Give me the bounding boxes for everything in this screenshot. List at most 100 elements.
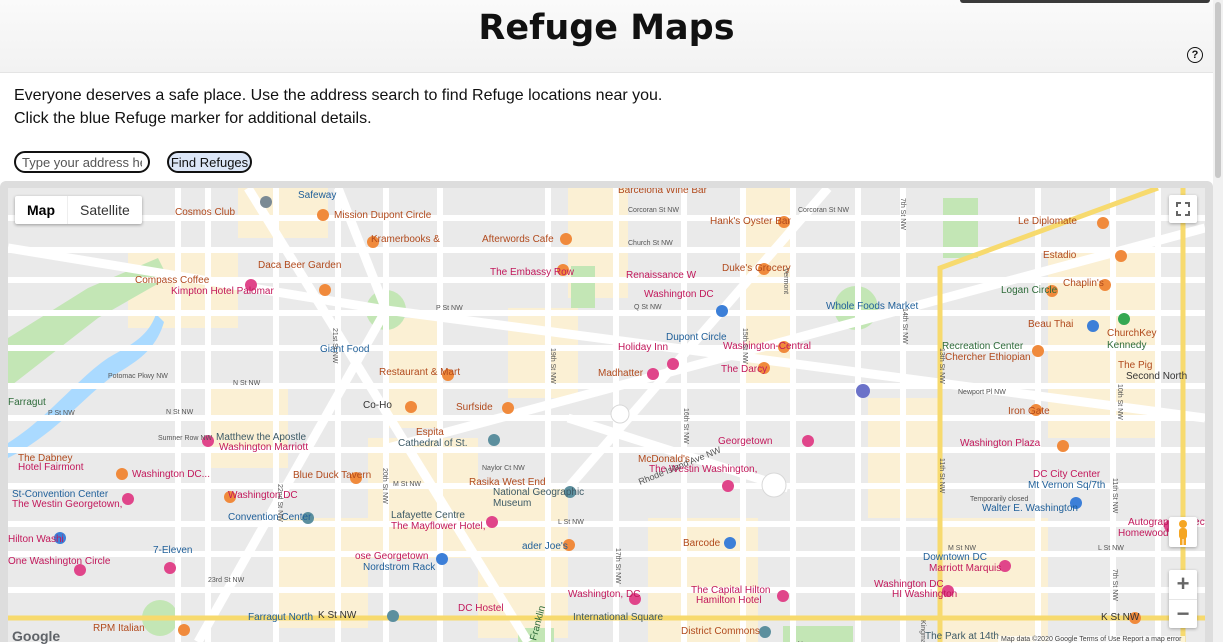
- map-label: ose Georgetown: [355, 551, 428, 562]
- map-label: Second North: [1126, 371, 1187, 382]
- map-label: Cosmos Club: [175, 207, 235, 218]
- map-label: Duke's Grocery: [722, 263, 791, 274]
- map-label: HI Washington: [892, 589, 957, 600]
- map-label: Naylor Ct NW: [482, 465, 525, 472]
- fullscreen-icon: [1176, 202, 1190, 216]
- map-label: Nordstrom Rack: [363, 562, 436, 573]
- map-label: Lafayette Centre: [391, 510, 465, 521]
- map-label: Potomac Pkwy NW: [108, 373, 168, 380]
- map-label: Marriott Marquis: [929, 563, 1001, 574]
- map-label: Kingman Pl NW: [919, 620, 926, 642]
- map-label: Mt Vernon Sq/7th: [1028, 480, 1105, 491]
- street-view-pegman[interactable]: [1169, 517, 1197, 547]
- fullscreen-button[interactable]: [1169, 195, 1197, 223]
- pegman-icon: [1179, 520, 1187, 545]
- map-label: Museum: [493, 498, 531, 509]
- map-label: International Square: [573, 612, 664, 623]
- map-label: 16th St NW: [682, 408, 689, 444]
- map-label: 15th St NW: [741, 328, 748, 364]
- map-label: Washington DC...: [132, 469, 210, 480]
- map-type-control: Map Satellite: [15, 196, 142, 224]
- map-label: The Westin Georgetown,: [12, 499, 122, 510]
- map-label: Recreation Center: [942, 341, 1024, 352]
- map-label: N St NW: [233, 380, 261, 387]
- map-label: Mission Dupont Circle: [334, 210, 432, 221]
- map-label: Kennedy: [1107, 340, 1146, 351]
- map-label: Church St NW: [628, 240, 673, 247]
- zoom-in-button[interactable]: +: [1169, 570, 1197, 600]
- map-label: 23rd St NW: [208, 577, 245, 584]
- map-label: District Commons: [681, 626, 760, 637]
- map-label: Kimpton Hotel Palomar: [171, 286, 274, 297]
- map-label: P St NW: [436, 305, 463, 312]
- map-label: 11th St NW: [938, 458, 945, 494]
- map-label: 7-Eleven: [153, 545, 192, 556]
- map-label: Compass Coffee: [135, 275, 210, 286]
- map-label: 19th St NW: [549, 348, 556, 384]
- map-label: Corcoran St NW: [798, 207, 849, 214]
- map-label: M St NW: [948, 545, 976, 552]
- zoom-control: + −: [1169, 570, 1197, 628]
- map-label: Kramerbooks &: [371, 234, 440, 245]
- map-label: Barcelona Wine Bar: [618, 188, 708, 196]
- intro-line-2: Click the blue Refuge marker for additio…: [14, 110, 372, 127]
- top-edge-bar: [960, 0, 1210, 3]
- map-label: L St NW: [1098, 545, 1124, 552]
- map-label: Temporarily closed: [970, 496, 1028, 503]
- map-label: One Washington Circle: [8, 556, 111, 567]
- map-label: Rock Creek: [8, 188, 45, 190]
- map-label: Madhatter: [598, 368, 644, 379]
- map-label: Renaissance W: [626, 270, 697, 281]
- map-label: The Pig: [1118, 360, 1152, 371]
- map-type-map-button[interactable]: Map: [15, 196, 68, 224]
- map-label: Convention Center: [228, 512, 312, 523]
- map-label: L St NW: [558, 519, 584, 526]
- map-label: M St NW: [393, 481, 421, 488]
- map-label: Washington Marriott: [219, 442, 308, 453]
- intro-line-1: Everyone deserves a safe place. Use the …: [14, 87, 663, 104]
- map-label: 17th St NW: [614, 548, 621, 584]
- zoom-out-button[interactable]: −: [1169, 600, 1197, 629]
- map-label: Washington DC: [228, 490, 298, 501]
- map-label: Afterwords Cafe: [482, 234, 554, 245]
- map-label: Walter E. Washington: [982, 503, 1078, 514]
- page-scrollbar[interactable]: [1213, 0, 1223, 642]
- map-label: P St NW: [48, 410, 75, 417]
- map-label: RPM Italian: [93, 623, 145, 634]
- map-label: N St NW: [166, 409, 194, 416]
- map-label: Holiday Inn: [618, 342, 668, 353]
- intro-text: Everyone deserves a safe place. Use the …: [14, 84, 662, 130]
- map-label: Hilton Washi: [8, 534, 64, 545]
- map-label: 21st St NW: [331, 328, 338, 364]
- map-label: 13th St NW: [938, 348, 945, 384]
- help-icon[interactable]: ?: [1187, 47, 1203, 63]
- map-label: 10th St NW: [1116, 384, 1123, 420]
- map[interactable]: Cosmos Club Mission Dupont Circle Safeway B…: [8, 188, 1205, 642]
- map-label: Giant Food: [320, 344, 369, 355]
- map-label: The Darcy: [721, 364, 767, 375]
- map-label: Farragut: [8, 397, 46, 408]
- map-label: Barcode: [683, 538, 721, 549]
- map-label: Hank's Oyster Bar: [710, 216, 791, 227]
- map-label: Farragut North: [248, 612, 313, 623]
- map-label: 22nd St NW: [276, 484, 283, 522]
- map-label: Corcoran St NW: [628, 207, 679, 214]
- map-label: 20th St NW: [381, 468, 388, 504]
- map-label: Le Diplomate: [1018, 216, 1077, 227]
- map-label: Dupont Circle: [666, 332, 727, 343]
- map-label: Washington-Central: [723, 341, 811, 352]
- map-label: K St NW: [318, 610, 357, 621]
- find-refuges-button[interactable]: Find Refuges: [167, 151, 252, 173]
- scrollbar-thumb[interactable]: [1215, 2, 1221, 178]
- map-label: Q St NW: [634, 304, 662, 311]
- map-type-satellite-button[interactable]: Satellite: [68, 196, 142, 224]
- map-label: Washington, DC: [568, 589, 640, 600]
- map-label: 7th St NW: [899, 198, 906, 230]
- map-label: ChurchKey: [1107, 328, 1156, 339]
- map-label: Newport Pl NW: [958, 389, 1006, 396]
- map-label: Co-Ho: [363, 400, 392, 411]
- address-input[interactable]: [14, 151, 150, 173]
- map-label: Restaurant & Mart: [379, 367, 460, 378]
- map-label: ader Joe's: [522, 541, 568, 552]
- map-canvas[interactable]: Cosmos Club Mission Dupont Circle Safeway B…: [8, 188, 1205, 642]
